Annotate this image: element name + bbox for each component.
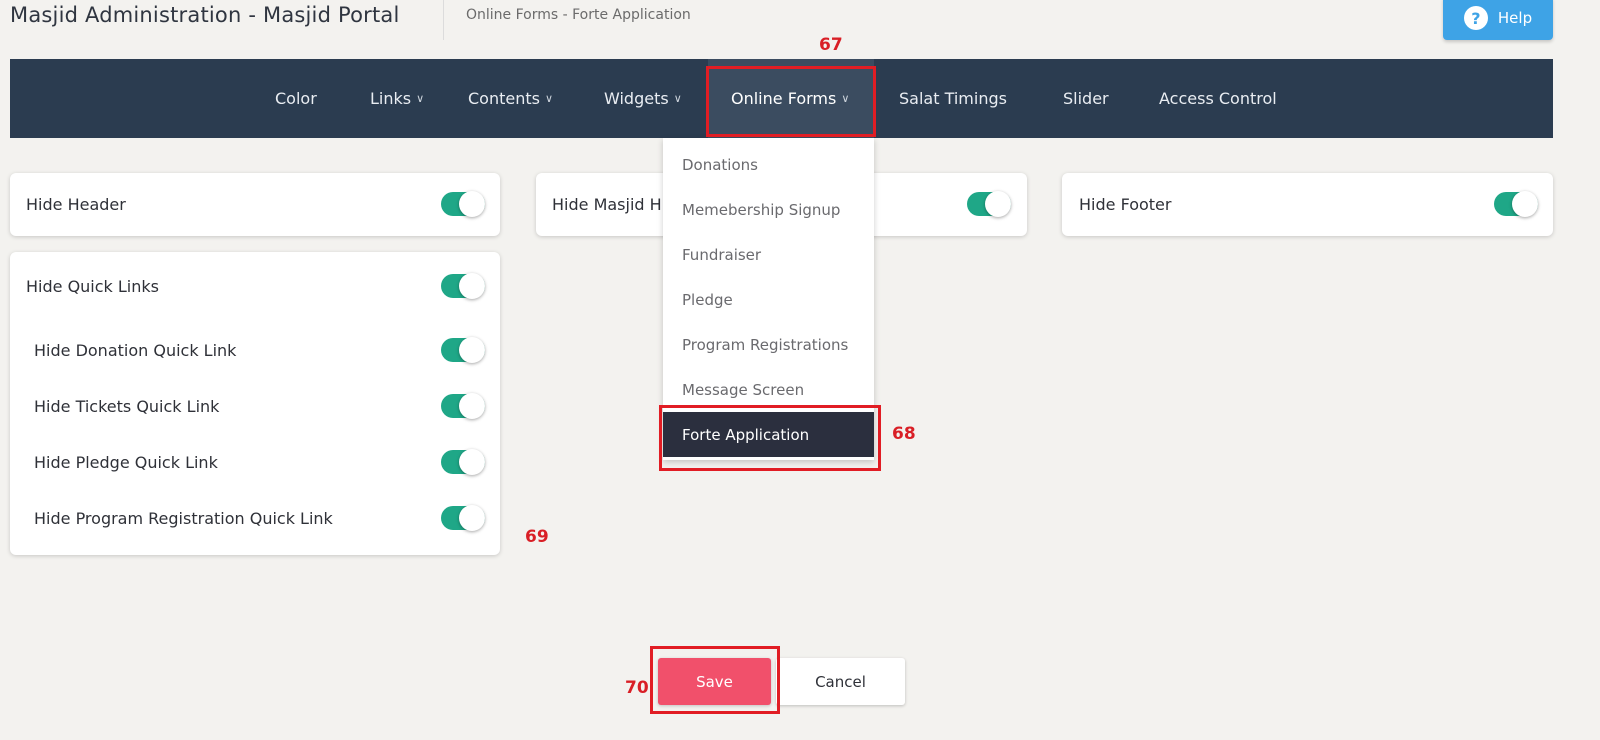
- hide-tickets-quick-link-row: Hide Tickets Quick Link: [10, 393, 500, 419]
- setting-label: Hide Header: [26, 194, 126, 214]
- nav-item-label: Slider: [1063, 89, 1109, 108]
- annotation-box-save: [650, 646, 780, 714]
- dropdown-item-donations[interactable]: Donations: [663, 142, 874, 187]
- hide-donation-quick-link-toggle[interactable]: [441, 337, 485, 363]
- annotation-box-forte-application: [659, 405, 881, 471]
- hide-header-toggle[interactable]: [441, 191, 485, 217]
- nav-item-contents[interactable]: Contents ∨: [468, 59, 553, 138]
- help-icon: ?: [1463, 6, 1488, 30]
- chevron-down-icon: ∨: [673, 92, 682, 105]
- app-title: Masjid Administration - Masjid Portal: [10, 3, 400, 27]
- header-divider: [443, 0, 444, 40]
- nav-item-label: Contents: [468, 89, 540, 108]
- help-label: Help: [1497, 9, 1533, 27]
- nav-item-slider[interactable]: Slider: [1063, 59, 1109, 138]
- cancel-button[interactable]: Cancel: [776, 658, 905, 705]
- setting-label: Hide Quick Links: [26, 276, 159, 296]
- dropdown-item-pledge[interactable]: Pledge: [663, 277, 874, 322]
- breadcrumb: Online Forms - Forte Application: [466, 7, 691, 23]
- nav-item-label: Access Control: [1159, 89, 1277, 108]
- nav-item-color[interactable]: Color: [275, 59, 317, 138]
- dropdown-item-fundraiser[interactable]: Fundraiser: [663, 232, 874, 277]
- annotation-number-69: 69: [525, 527, 549, 547]
- setting-label: Hide Program Registration Quick Link: [34, 508, 333, 528]
- chevron-down-icon: ∨: [416, 92, 425, 105]
- setting-label: Hide Donation Quick Link: [34, 340, 237, 360]
- nav-item-widgets[interactable]: Widgets ∨: [604, 59, 682, 138]
- hide-quick-links-toggle[interactable]: [441, 273, 485, 299]
- hide-header-row: Hide Header: [10, 191, 500, 217]
- annotation-box-online-forms: [706, 66, 876, 137]
- annotation-number-70: 70: [625, 678, 649, 698]
- setting-label: Hide Tickets Quick Link: [34, 396, 220, 416]
- hide-footer-card: Hide Footer: [1062, 173, 1553, 236]
- dropdown-item-program-registrations[interactable]: Program Registrations: [663, 322, 874, 367]
- chevron-down-icon: ∨: [544, 92, 554, 105]
- help-button[interactable]: ? Help: [1443, 0, 1553, 40]
- nav-item-access-control[interactable]: Access Control: [1159, 59, 1277, 138]
- hide-footer-row: Hide Footer: [1062, 191, 1553, 217]
- nav-item-links[interactable]: Links ∨: [370, 59, 424, 138]
- hide-donation-quick-link-row: Hide Donation Quick Link: [10, 337, 500, 363]
- hide-tickets-quick-link-toggle[interactable]: [441, 393, 485, 419]
- nav-item-label: Widgets: [604, 89, 669, 108]
- hide-header-card: Hide Header: [10, 173, 500, 236]
- hide-quick-links-row: Hide Quick Links: [10, 273, 500, 299]
- hide-footer-toggle[interactable]: [1494, 191, 1538, 217]
- setting-label: Hide Footer: [1079, 194, 1172, 214]
- annotation-number-67: 67: [819, 35, 843, 55]
- setting-label: Hide Pledge Quick Link: [34, 452, 218, 472]
- hide-pledge-quick-link-toggle[interactable]: [441, 449, 485, 475]
- hide-masjid-toggle[interactable]: [967, 191, 1011, 217]
- setting-label: Hide Masjid H: [552, 194, 662, 214]
- nav-item-salat-timings[interactable]: Salat Timings: [899, 59, 1007, 138]
- annotation-number-68: 68: [892, 424, 916, 444]
- quick-links-card: Hide Quick Links Hide Donation Quick Lin…: [10, 252, 500, 555]
- dropdown-item-membership-signup[interactable]: Memebership Signup: [663, 187, 874, 232]
- nav-item-label: Color: [275, 89, 317, 108]
- hide-pledge-quick-link-row: Hide Pledge Quick Link: [10, 449, 500, 475]
- nav-item-label: Salat Timings: [899, 89, 1007, 108]
- nav-item-label: Links: [370, 89, 412, 108]
- hide-program-registration-quick-link-toggle[interactable]: [441, 505, 485, 531]
- hide-program-registration-quick-link-row: Hide Program Registration Quick Link: [10, 505, 500, 531]
